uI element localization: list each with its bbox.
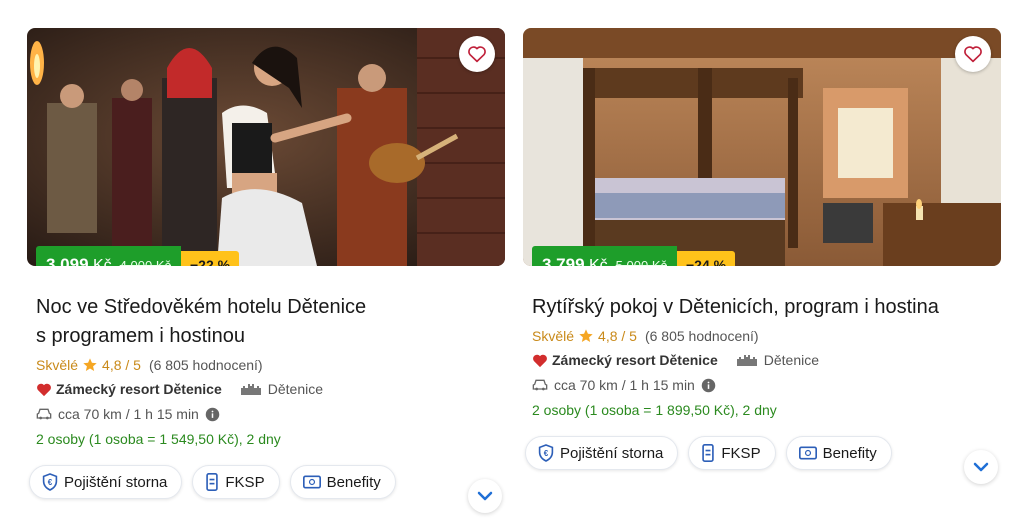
distance-text: cca 70 km / 1 h 15 min bbox=[58, 406, 199, 422]
offer-title-line1[interactable]: Noc ve Středověkém hotelu Dětenice bbox=[36, 293, 505, 322]
discount-badge: −24 % bbox=[677, 251, 736, 266]
location-name: Dětenice bbox=[267, 381, 324, 397]
feature-chips: € Pojištění storna FKSP Benefity bbox=[27, 465, 505, 499]
offer-title[interactable]: Rytířský pokoj v Dětenicích, program i h… bbox=[523, 293, 1001, 322]
voucher-icon bbox=[206, 473, 219, 491]
voucher-icon bbox=[702, 444, 715, 462]
price-badge: 3 099 Kč 4 000 Kč −22 % bbox=[36, 246, 240, 266]
rating-word: Skvělé bbox=[532, 328, 575, 344]
shield-icon: € bbox=[42, 473, 58, 491]
heart-outline-icon bbox=[468, 46, 486, 63]
heart-filled-icon bbox=[533, 354, 547, 367]
svg-text:€: € bbox=[48, 478, 53, 487]
castle-icon bbox=[736, 355, 757, 366]
discount-badge: −22 % bbox=[181, 251, 240, 266]
provider-row: Zámecký resort Dětenice Dětenice bbox=[523, 352, 1001, 368]
expand-button[interactable] bbox=[964, 450, 998, 484]
feature-chips: € Pojištění storna FKSP Benefity bbox=[523, 436, 1001, 470]
medieval-dancer-photo bbox=[27, 28, 505, 266]
chevron-down-icon bbox=[477, 491, 493, 501]
review-count: (6 805 hodnocení) bbox=[644, 328, 759, 344]
rating-row: Skvělé 4,8 / 5 (6 805 hodnocení) bbox=[27, 357, 505, 373]
resort-name[interactable]: Zámecký resort Dětenice bbox=[56, 381, 222, 397]
expand-button[interactable] bbox=[468, 479, 502, 513]
chip-insurance[interactable]: € Pojištění storna bbox=[525, 436, 679, 470]
distance-row: cca 70 km / 1 h 15 min bbox=[523, 377, 1001, 393]
chip-fksp[interactable]: FKSP bbox=[192, 465, 280, 499]
distance-row: cca 70 km / 1 h 15 min bbox=[27, 406, 505, 422]
castle-icon bbox=[240, 384, 261, 395]
svg-text:€: € bbox=[544, 449, 549, 458]
favorite-button[interactable] bbox=[955, 36, 991, 72]
shield-icon: € bbox=[538, 444, 554, 462]
price-badge: 3 799 Kč 5 000 Kč −24 % bbox=[532, 246, 736, 266]
chip-label: Pojištění storna bbox=[560, 444, 664, 462]
current-price: 3 099 Kč bbox=[46, 255, 112, 266]
current-price: 3 799 Kč bbox=[542, 255, 608, 266]
offer-card[interactable]: 3 099 Kč 4 000 Kč −22 % Noc ve Středověk… bbox=[27, 28, 505, 513]
heart-filled-icon bbox=[37, 383, 51, 396]
resort-name[interactable]: Zámecký resort Dětenice bbox=[552, 352, 718, 368]
price-box: 3 799 Kč 5 000 Kč bbox=[532, 246, 677, 266]
heart-outline-icon bbox=[964, 46, 982, 63]
chip-benefits[interactable]: Benefity bbox=[785, 436, 892, 470]
chip-label: Pojištění storna bbox=[64, 473, 168, 491]
chip-benefits[interactable]: Benefity bbox=[289, 465, 396, 499]
knight-room-photo bbox=[523, 28, 1001, 266]
car-icon bbox=[36, 408, 52, 420]
favorite-button[interactable] bbox=[459, 36, 495, 72]
info-icon[interactable] bbox=[205, 407, 220, 422]
car-icon bbox=[532, 379, 548, 391]
distance-text: cca 70 km / 1 h 15 min bbox=[554, 377, 695, 393]
chip-insurance[interactable]: € Pojištění storna bbox=[29, 465, 183, 499]
info-icon[interactable] bbox=[701, 378, 716, 393]
price-box: 3 099 Kč 4 000 Kč bbox=[36, 246, 181, 266]
star-icon bbox=[579, 329, 593, 342]
persons-info: 2 osoby (1 osoba = 1 549,50 Kč), 2 dny bbox=[36, 431, 281, 447]
offer-title-line1[interactable]: Rytířský pokoj v Dětenicích, program i h… bbox=[532, 293, 1001, 322]
provider-row: Zámecký resort Dětenice Dětenice bbox=[27, 381, 505, 397]
star-icon bbox=[83, 358, 97, 371]
persons-info: 2 osoby (1 osoba = 1 899,50 Kč), 2 dny bbox=[532, 402, 777, 418]
chip-label: FKSP bbox=[225, 473, 265, 491]
offer-card[interactable]: 3 799 Kč 5 000 Kč −24 % Rytířský pokoj v… bbox=[523, 28, 1001, 484]
review-count: (6 805 hodnocení) bbox=[148, 357, 263, 373]
chip-label: Benefity bbox=[326, 473, 381, 491]
rating-score: 4,8 / 5 bbox=[102, 357, 141, 373]
chip-label: Benefity bbox=[822, 444, 877, 462]
location-name: Dětenice bbox=[763, 352, 820, 368]
rating-word: Skvělé bbox=[36, 357, 79, 373]
rating-score: 4,8 / 5 bbox=[598, 328, 637, 344]
card-icon bbox=[798, 446, 817, 460]
offer-title[interactable]: Noc ve Středověkém hotelu Dětenice s pro… bbox=[27, 293, 505, 351]
chip-fksp[interactable]: FKSP bbox=[688, 436, 776, 470]
offer-photo[interactable]: 3 099 Kč 4 000 Kč −22 % bbox=[27, 28, 505, 266]
offer-title-line2[interactable]: s programem i hostinou bbox=[36, 322, 505, 351]
chevron-down-icon bbox=[973, 462, 989, 472]
original-price: 5 000 Kč bbox=[615, 257, 667, 267]
offer-photo[interactable]: 3 799 Kč 5 000 Kč −24 % bbox=[523, 28, 1001, 266]
chip-label: FKSP bbox=[721, 444, 761, 462]
original-price: 4 000 Kč bbox=[119, 257, 171, 267]
card-icon bbox=[302, 475, 321, 489]
rating-row: Skvělé 4,8 / 5 (6 805 hodnocení) bbox=[523, 328, 1001, 344]
